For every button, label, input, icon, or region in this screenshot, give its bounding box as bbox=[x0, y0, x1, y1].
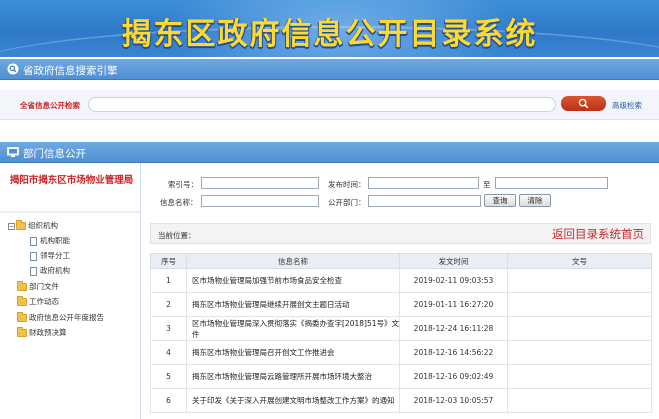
info-table: 序号 信息名称 发文时间 文号 1 区市场物业管理局加强节前市场食品安全检查 2… bbox=[150, 253, 652, 413]
row-title-link[interactable]: 关于印发《关于深入开展创建文明市场整改工作方案》的通知 bbox=[186, 388, 400, 413]
row-no: 5 bbox=[150, 364, 187, 389]
row-title-link[interactable]: 揭东区市场物业管理局召开创文工作推进会 bbox=[186, 340, 400, 365]
date-from-input[interactable] bbox=[368, 177, 479, 189]
breadcrumb: 当前位置： 返回目录系统首页 bbox=[150, 223, 651, 244]
tree-item-gov-agencies[interactable]: 政府机构 bbox=[30, 265, 70, 277]
row-no: 4 bbox=[150, 340, 187, 365]
row-title-link[interactable]: 区市场物业管理局深入贯彻落实《揭委办查字[2018]51号》文件 bbox=[186, 316, 400, 341]
to-label: 至 bbox=[483, 180, 491, 189]
row-doc-no bbox=[507, 316, 652, 341]
document-icon bbox=[30, 266, 37, 276]
dept-section-header: 部门信息公开 bbox=[0, 142, 659, 163]
row-no: 2 bbox=[150, 292, 187, 317]
row-no: 3 bbox=[150, 316, 187, 341]
tree-item-functions[interactable]: 机构职能 bbox=[30, 235, 70, 247]
search-section-title: 省政府信息搜索引擎 bbox=[23, 65, 118, 77]
info-name-label: 信息名称： bbox=[160, 198, 198, 207]
search-strip: 全省信息公开检索 高级检索 bbox=[0, 90, 659, 120]
row-title-link[interactable]: 揭东区市场物业管理局云路管理所开展市场环境大整治 bbox=[186, 364, 400, 389]
tree-item-dept-files[interactable]: 部门文件 bbox=[17, 281, 59, 293]
tree-item-org[interactable]: − 组织机构 bbox=[8, 220, 58, 232]
dept-section-title: 部门信息公开 bbox=[23, 148, 86, 160]
search-label: 全省信息公开检索 bbox=[20, 101, 80, 110]
sidebar-divider bbox=[0, 211, 141, 213]
tree-item-label: 政府机构 bbox=[40, 266, 70, 275]
tree-item-label: 组织机构 bbox=[28, 221, 58, 230]
date-to-input[interactable] bbox=[495, 177, 608, 189]
table-row: 4 揭东区市场物业管理局召开创文工作推进会 2018-12-16 14:56:2… bbox=[150, 340, 652, 365]
clear-button[interactable]: 清除 bbox=[519, 194, 551, 207]
table-header-row: 序号 信息名称 发文时间 文号 bbox=[150, 253, 652, 269]
row-date: 2018-12-16 09:02:49 bbox=[399, 364, 508, 389]
breadcrumb-label: 当前位置： bbox=[158, 231, 196, 240]
search-section-header: 省政府信息搜索引擎 bbox=[0, 59, 659, 80]
table-row: 5 揭东区市场物业管理局云路管理所开展市场环境大整治 2018-12-16 09… bbox=[150, 364, 652, 389]
search-icon bbox=[578, 98, 589, 109]
dept-label: 公开部门： bbox=[328, 198, 366, 207]
tree-item-label: 机构职能 bbox=[40, 236, 70, 245]
tree-item-label: 领导分工 bbox=[40, 251, 70, 260]
col-header-name: 信息名称 bbox=[186, 253, 400, 269]
col-header-no: 序号 bbox=[150, 253, 187, 269]
row-date: 2018-12-03 10:05:57 bbox=[399, 388, 508, 413]
department-name: 揭阳市揭东区市场物业管理局 bbox=[9, 175, 134, 186]
row-title-link[interactable]: 揭东区市场物业管理局继续开展创文主题日活动 bbox=[186, 292, 400, 317]
table-row: 6 关于印发《关于深入开展创建文明市场整改工作方案》的通知 2018-12-03… bbox=[150, 388, 652, 413]
tree-item-leadership[interactable]: 领导分工 bbox=[30, 250, 70, 262]
row-date: 2019-01-11 16:27:20 bbox=[399, 292, 508, 317]
search-button[interactable] bbox=[561, 96, 606, 111]
collapse-icon[interactable]: − bbox=[8, 222, 15, 230]
row-doc-no bbox=[507, 340, 652, 365]
row-doc-no bbox=[507, 364, 652, 389]
document-icon bbox=[30, 236, 37, 246]
publish-time-label: 发布时间： bbox=[328, 180, 366, 189]
advanced-search-link[interactable]: 高级检索 bbox=[612, 100, 642, 111]
row-date: 2018-12-16 14:56:22 bbox=[399, 340, 508, 365]
row-doc-no bbox=[507, 388, 652, 413]
col-header-date: 发文时间 bbox=[399, 253, 508, 269]
site-banner: 揭东区政府信息公开目录系统 bbox=[0, 0, 659, 57]
row-doc-no bbox=[507, 292, 652, 317]
info-name-input[interactable] bbox=[201, 195, 319, 207]
tree-item-label: 工作动态 bbox=[29, 297, 59, 306]
index-no-input[interactable] bbox=[201, 177, 319, 189]
folder-open-icon bbox=[16, 220, 26, 230]
tree-item-annual-report[interactable]: 政府信息公开年度报告 bbox=[17, 312, 104, 324]
row-no: 1 bbox=[150, 268, 187, 293]
index-no-label: 索引号： bbox=[168, 180, 198, 189]
tree-item-label: 政府信息公开年度报告 bbox=[29, 313, 104, 322]
folder-icon bbox=[17, 312, 27, 322]
folder-icon bbox=[17, 281, 27, 291]
tree-item-label: 财政预决算 bbox=[29, 328, 67, 337]
table-row: 3 区市场物业管理局深入贯彻落实《揭委办查字[2018]51号》文件 2018-… bbox=[150, 316, 652, 341]
magnifier-icon bbox=[7, 63, 19, 75]
row-date: 2018-12-24 16:11:28 bbox=[399, 316, 508, 341]
monitor-icon bbox=[7, 147, 19, 157]
row-title-link[interactable]: 区市场物业管理局加强节前市场食品安全检查 bbox=[186, 268, 400, 293]
search-input[interactable] bbox=[88, 97, 556, 112]
sidebar: 揭阳市揭东区市场物业管理局 − 组织机构 机构职能 领导分工 政府机构 部门文件 … bbox=[0, 163, 141, 419]
site-title: 揭东区政府信息公开目录系统 bbox=[121, 17, 538, 52]
tree-item-budget[interactable]: 财政预决算 bbox=[17, 327, 67, 339]
folder-icon bbox=[17, 296, 27, 306]
table-row: 1 区市场物业管理局加强节前市场食品安全检查 2019-02-11 09:03:… bbox=[150, 268, 652, 293]
document-icon bbox=[30, 251, 37, 261]
folder-icon bbox=[17, 327, 27, 337]
row-no: 6 bbox=[150, 388, 187, 413]
dept-input[interactable] bbox=[368, 195, 481, 207]
back-to-home-link[interactable]: 返回目录系统首页 bbox=[552, 226, 644, 242]
main-content: 索引号： 发布时间： 至 信息名称： 公开部门： 查询 清除 当前位置： 返回目… bbox=[142, 163, 659, 419]
tree-item-work-updates[interactable]: 工作动态 bbox=[17, 296, 59, 308]
col-header-doc-no: 文号 bbox=[507, 253, 652, 269]
row-date: 2019-02-11 09:03:53 bbox=[399, 268, 508, 293]
table-row: 2 揭东区市场物业管理局继续开展创文主题日活动 2019-01-11 16:27… bbox=[150, 292, 652, 317]
row-doc-no bbox=[507, 268, 652, 293]
tree-item-label: 部门文件 bbox=[29, 282, 59, 291]
query-button[interactable]: 查询 bbox=[484, 194, 516, 207]
